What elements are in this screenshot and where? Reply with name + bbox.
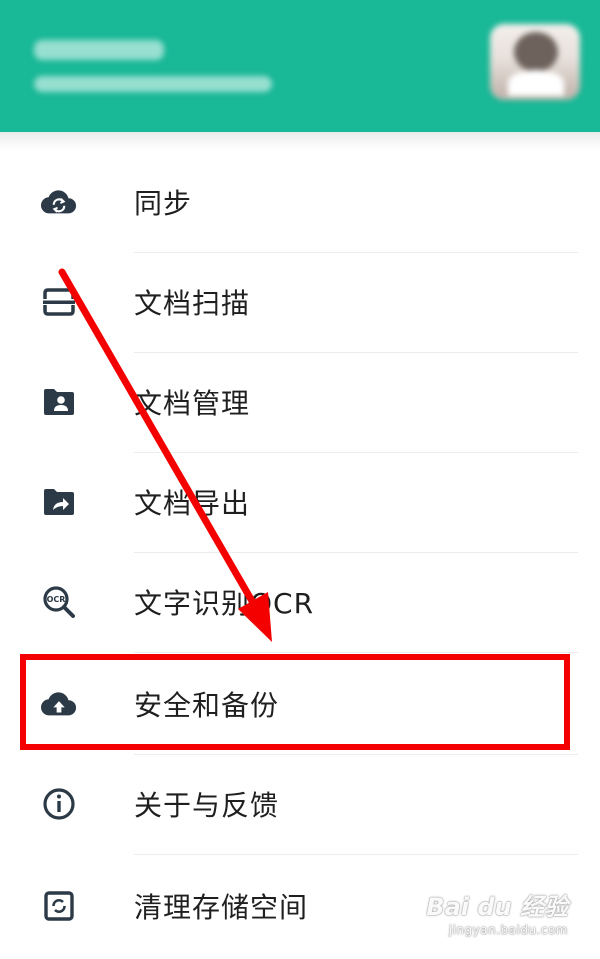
divider — [134, 854, 578, 855]
account-header[interactable] — [0, 0, 600, 132]
menu-item-security-backup[interactable]: 安全和备份 — [0, 654, 600, 754]
watermark-url: jingyan.baidu.com — [448, 923, 568, 937]
menu-item-sync[interactable]: 同步 — [0, 152, 600, 252]
cleanup-icon — [41, 888, 77, 924]
folder-person-icon — [41, 384, 77, 420]
menu-item-label: 关于与反馈 — [134, 789, 280, 822]
menu-item-label: 文档导出 — [134, 487, 251, 520]
folder-share-icon — [41, 484, 77, 520]
watermark: Bai du 经验 jingyan.baidu.com — [426, 887, 568, 937]
menu-item-label: 文字识别OCR — [134, 587, 315, 620]
menu-item-label: 安全和备份 — [134, 689, 280, 722]
svg-text:OCR: OCR — [47, 595, 66, 604]
menu-item-document-export[interactable]: 文档导出 — [0, 452, 600, 552]
menu-item-label: 文档管理 — [134, 387, 251, 420]
menu-item-about-feedback[interactable]: 关于与反馈 — [0, 754, 600, 854]
watermark-logo: Bai du 经验 — [426, 893, 568, 921]
header-shadow — [0, 132, 600, 150]
menu-item-label: 清理存储空间 — [134, 891, 309, 924]
avatar[interactable] — [490, 24, 580, 100]
menu-item-label: 同步 — [134, 187, 193, 220]
menu-item-label: 文档扫描 — [134, 287, 251, 320]
menu-item-document-management[interactable]: 文档管理 — [0, 352, 600, 452]
cloud-upload-icon — [41, 686, 77, 722]
info-icon — [41, 786, 77, 822]
cloud-sync-icon — [41, 184, 77, 220]
account-name-blurred — [34, 40, 164, 60]
scan-icon — [41, 284, 77, 320]
divider — [134, 652, 578, 653]
menu-item-document-scan[interactable]: 文档扫描 — [0, 252, 600, 352]
menu-item-ocr[interactable]: OCR 文字识别OCR — [0, 552, 600, 652]
ocr-search-icon: OCR — [41, 584, 77, 620]
account-detail-blurred — [34, 76, 272, 92]
